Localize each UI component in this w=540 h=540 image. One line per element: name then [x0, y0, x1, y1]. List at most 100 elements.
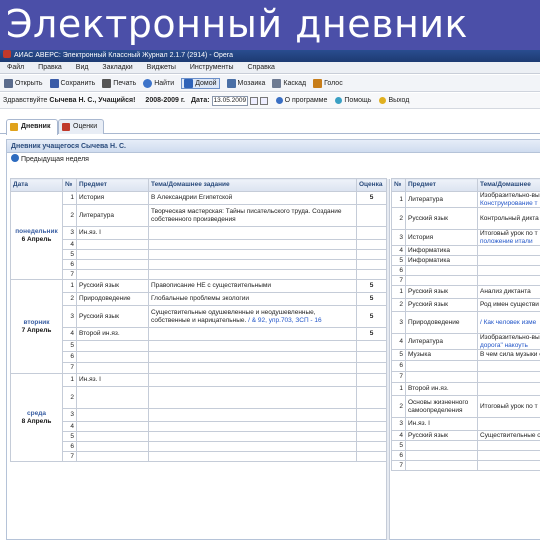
lesson-number: 7	[391, 275, 406, 286]
home-button[interactable]: Домой	[181, 77, 220, 89]
day-name: среда	[27, 410, 46, 417]
col-number: №	[391, 178, 406, 192]
subject-cell	[76, 408, 149, 422]
topic-text: В чем сила музыки с	[480, 351, 540, 359]
menu-bar: Файл Правка Вид Закладки Виджеты Инструм…	[0, 62, 540, 74]
refresh-icon[interactable]	[259, 96, 268, 105]
help-link[interactable]: Помощь	[344, 97, 371, 104]
cascade-button[interactable]: Каскад	[272, 78, 306, 88]
homework-link[interactable]: / & 92, упр.703, ЗСП - 16	[248, 317, 321, 324]
subject-cell	[76, 386, 149, 409]
menu-tools[interactable]: Инструменты	[190, 64, 234, 71]
home-icon	[184, 78, 194, 88]
lesson-number: 1	[62, 373, 77, 387]
mosaic-button[interactable]: Мозаика	[226, 78, 265, 88]
table-row: 2 Русский язык Род имен существи	[391, 298, 540, 312]
table-row: 3 Русский язык Существительные одушевленны…	[11, 305, 387, 328]
topic-cell	[148, 249, 357, 260]
menu-help[interactable]: Справка	[247, 64, 274, 71]
menu-edit[interactable]: Правка	[38, 64, 62, 71]
print-icon	[102, 78, 112, 88]
grade-cell: 5	[356, 191, 387, 205]
lesson-number: 1	[62, 191, 77, 205]
table-row: 4	[11, 421, 387, 432]
menu-file[interactable]: Файл	[7, 64, 24, 71]
menu-bookmarks[interactable]: Закладки	[102, 64, 132, 71]
table-row: 3 Природоведение / Как человек изме	[391, 311, 540, 334]
grade-cell	[356, 441, 387, 452]
tab-diary[interactable]: Дневник	[6, 119, 58, 135]
subject-cell	[76, 431, 149, 442]
diary-table-right: № Предмет Тема/Домашнее 1 Литература Изобр…	[391, 178, 540, 471]
table-row: 5 Информатика	[391, 255, 540, 266]
lesson-number: 5	[62, 340, 77, 352]
homework-link[interactable]: Конструирование т	[480, 200, 540, 207]
menu-widgets[interactable]: Виджеты	[147, 64, 176, 71]
lesson-number: 1	[62, 279, 77, 293]
topic-text: В Александрии Египетской	[151, 194, 233, 202]
subject-cell: Информатика	[405, 245, 478, 256]
lesson-number: 4	[62, 421, 77, 432]
lesson-number: 6	[391, 450, 406, 461]
find-button[interactable]: Найти	[143, 78, 174, 88]
subject-cell	[76, 239, 149, 250]
lesson-number: 4	[62, 239, 77, 250]
table-row: 3 Ин.яз. I	[391, 417, 540, 431]
exit-link[interactable]: Выход	[388, 97, 409, 104]
day-cell: среда 8 Апрель	[10, 373, 63, 462]
calendar-icon[interactable]	[249, 96, 258, 105]
topic-cell	[477, 245, 540, 256]
diary-icon	[10, 123, 18, 131]
print-button[interactable]: Печать	[102, 78, 136, 88]
prev-week-link[interactable]: Предыдущая неделя	[7, 153, 540, 166]
topic-cell: / Как человек изме	[477, 311, 540, 334]
subject-cell: Ин.яз. I	[76, 226, 149, 240]
toolbar: Открыть Сохранить Печать Найти Домой Моз…	[0, 75, 540, 92]
subject-cell: Основы жизненного самоопределения	[405, 395, 478, 418]
save-button[interactable]: Сохранить	[49, 78, 95, 88]
table-row: 3 Ин.яз. I	[11, 226, 387, 240]
col-date: Дата	[10, 178, 63, 192]
topic-cell	[148, 362, 357, 374]
lesson-number: 2	[391, 395, 406, 418]
subject-cell	[76, 351, 149, 363]
homework-link[interactable]: / Как человек изме	[480, 319, 540, 327]
date-input[interactable]: 13.05.2009	[211, 95, 248, 106]
lesson-number: 5	[391, 255, 406, 266]
about-link[interactable]: О программе	[285, 97, 328, 104]
homework-link[interactable]: положение итали	[480, 238, 540, 245]
grade-cell	[356, 431, 387, 442]
subject-cell: Информатика	[405, 255, 478, 266]
greeting-text: Здравствуйте	[3, 97, 48, 104]
topic-cell: Итоговый урок по т	[477, 395, 540, 418]
topic-cell	[477, 450, 540, 461]
tab-grades[interactable]: Оценки	[58, 119, 104, 134]
topic-cell	[148, 408, 357, 422]
save-icon	[49, 78, 59, 88]
topic-text: Анализ диктанта	[480, 288, 531, 296]
subject-cell	[76, 340, 149, 352]
topic-cell	[148, 239, 357, 250]
subject-cell	[76, 441, 149, 452]
menu-view[interactable]: Вид	[76, 64, 89, 71]
subject-cell: Природоведение	[76, 292, 149, 306]
table-row: 5	[11, 340, 387, 352]
folder-open-icon	[4, 78, 13, 88]
subject-cell	[405, 275, 478, 286]
subject-cell: Русский язык	[405, 430, 478, 441]
table-separator	[386, 179, 390, 540]
window-title: АИАС АВЕРС: Электронный Классный Журнал …	[14, 52, 234, 59]
voice-button[interactable]: Голос	[313, 78, 343, 88]
topic-cell: Род имен существи	[477, 298, 540, 312]
open-button[interactable]: Открыть	[4, 78, 43, 88]
topic-cell: Глобальные проблемы экологии	[148, 292, 357, 306]
grade-cell	[356, 373, 387, 387]
window-titlebar: АИАС АВЕРС: Электронный Классный Журнал …	[0, 50, 540, 62]
homework-link[interactable]: дорога" накоуть	[480, 342, 540, 349]
day-date: 8 Апрель	[21, 417, 52, 425]
topic-cell: Анализ диктанта	[477, 285, 540, 299]
grade-cell	[356, 408, 387, 422]
table-row: 7	[391, 275, 540, 286]
table-row: 4 Литература Изобразительно-вы дорога" нако…	[391, 333, 540, 350]
col-subject: Предмет	[76, 178, 149, 192]
